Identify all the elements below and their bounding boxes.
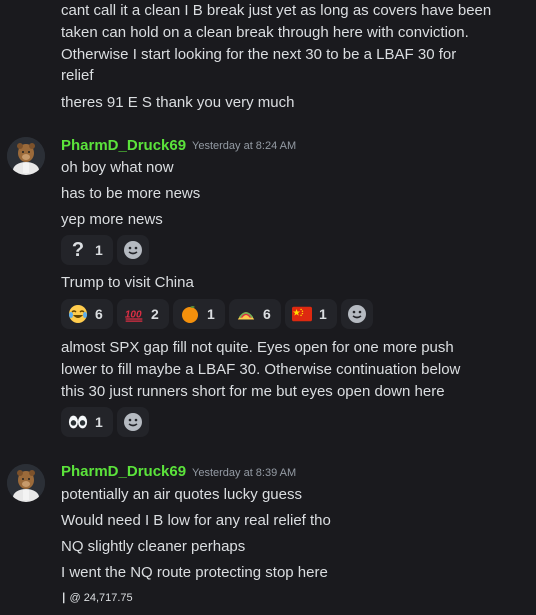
timestamp: Yesterday at 8:24 AM bbox=[192, 140, 297, 152]
hundred-emoji: 100 bbox=[125, 309, 143, 322]
avatar-image bbox=[7, 464, 45, 502]
chat-log: cant call it a clean I B break just yet … bbox=[0, 0, 536, 615]
reaction-china-flag[interactable]: 1 bbox=[285, 299, 337, 329]
reaction-count: 1 bbox=[95, 242, 103, 258]
reaction-orange[interactable]: 1 bbox=[173, 299, 225, 329]
message-line: NQ slightly cleaner perhaps bbox=[61, 538, 246, 555]
add-reaction-button[interactable] bbox=[117, 407, 149, 437]
message-line: almost SPX gap fill not quite. Eyes open… bbox=[61, 339, 454, 356]
message-line: Trump to visit China bbox=[61, 274, 194, 291]
smile-icon bbox=[348, 305, 366, 323]
reaction-count: 6 bbox=[95, 306, 103, 322]
pipe-icon: ┃ bbox=[61, 593, 67, 603]
reaction-eyes[interactable]: 1 bbox=[61, 407, 113, 437]
avatar[interactable] bbox=[7, 137, 45, 175]
reaction-question[interactable]: ? 1 bbox=[61, 235, 113, 265]
message-line: this 30 just runners short for me but ey… bbox=[61, 383, 445, 400]
reaction-bar: ? 1 bbox=[61, 235, 149, 265]
add-reaction-button[interactable] bbox=[117, 235, 149, 265]
add-reaction-button[interactable] bbox=[341, 299, 373, 329]
smile-icon bbox=[124, 413, 142, 431]
joy-emoji bbox=[69, 305, 87, 323]
avatar-image bbox=[7, 137, 45, 175]
reaction-count: 2 bbox=[151, 306, 159, 322]
message-line: yep more news bbox=[61, 211, 163, 228]
smile-icon bbox=[124, 241, 142, 259]
china-flag-emoji bbox=[292, 306, 312, 322]
message-line: oh boy what now bbox=[61, 159, 174, 176]
message-line: has to be more news bbox=[61, 185, 201, 202]
fill-price: @ 24,717.75 bbox=[69, 592, 133, 604]
message-line: I went the NQ route protecting stop here bbox=[61, 564, 328, 581]
timestamp: Yesterday at 8:39 AM bbox=[192, 467, 297, 479]
fill-label: ┃ @ 24,717.75 bbox=[61, 592, 133, 604]
message-line: cant call it a clean I B break just yet … bbox=[61, 2, 492, 19]
reaction-count: 1 bbox=[95, 414, 103, 430]
message-line: Otherwise I start looking for the next 3… bbox=[61, 46, 457, 63]
message-line: Would need I B low for any real relief t… bbox=[61, 512, 331, 529]
message-line: theres 91 E S thank you very much bbox=[61, 94, 295, 111]
reaction-hundred[interactable]: 100 2 bbox=[117, 299, 169, 329]
username[interactable]: PharmD_Druck69 bbox=[61, 137, 186, 154]
reaction-count: 1 bbox=[207, 306, 215, 322]
message-line: relief bbox=[61, 67, 94, 84]
reaction-bar: 6 100 2 1 6 1 bbox=[61, 299, 373, 329]
reaction-bar: 1 bbox=[61, 407, 149, 437]
avatar[interactable] bbox=[7, 464, 45, 502]
taco-emoji bbox=[237, 312, 255, 320]
message-line: taken can hold on a clean break through … bbox=[61, 24, 469, 41]
message-line: lower to fill maybe a LBAF 30. Otherwise… bbox=[61, 361, 461, 378]
username[interactable]: PharmD_Druck69 bbox=[61, 463, 186, 480]
reaction-count: 6 bbox=[263, 306, 271, 322]
eyes-emoji bbox=[68, 415, 88, 429]
reaction-count: 1 bbox=[319, 306, 327, 322]
orange-emoji bbox=[182, 306, 198, 323]
message-line: potentially an air quotes lucky guess bbox=[61, 486, 302, 503]
question-icon: ? bbox=[71, 238, 85, 261]
reaction-taco[interactable]: 6 bbox=[229, 299, 281, 329]
reaction-joy[interactable]: 6 bbox=[61, 299, 113, 329]
